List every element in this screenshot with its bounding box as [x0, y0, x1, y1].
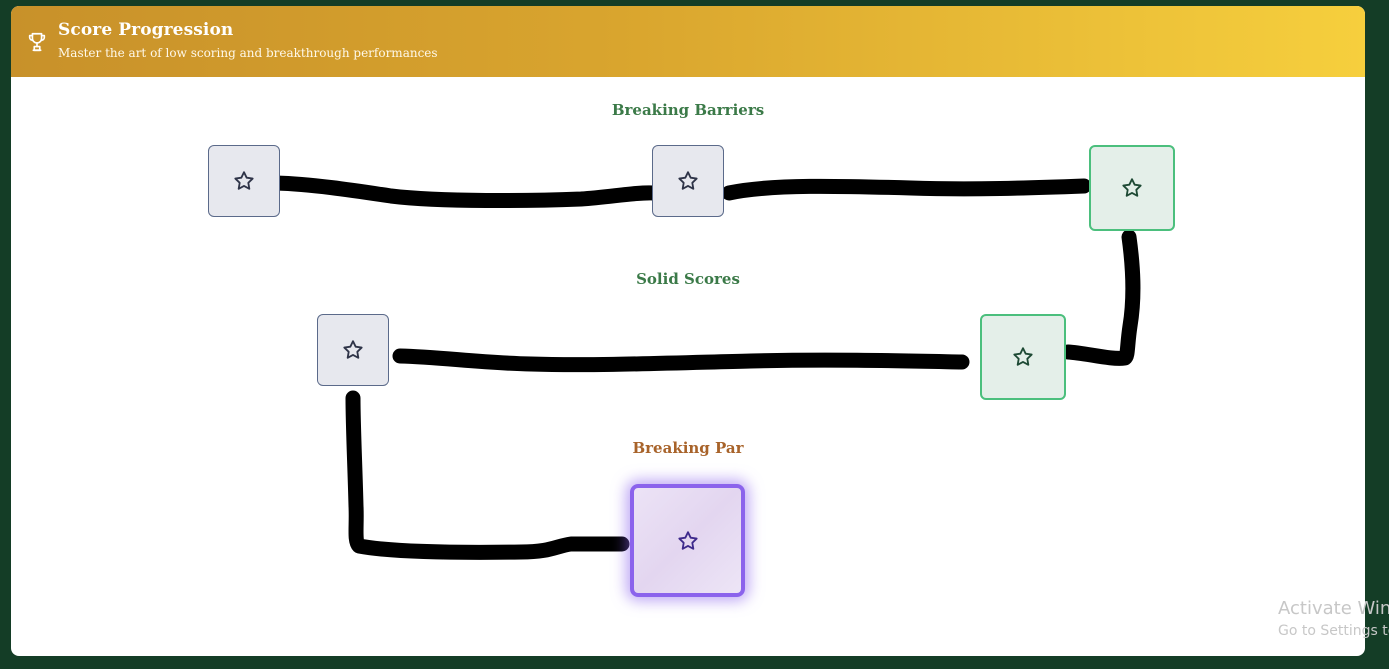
star-icon: [234, 171, 254, 190]
level-node-6-current[interactable]: [630, 484, 745, 597]
page-title: Score Progression: [58, 20, 234, 40]
star-icon: [1013, 347, 1033, 366]
path-segment-5: [345, 390, 630, 560]
section-label-solid-scores: Solid Scores: [636, 270, 740, 288]
level-node-2[interactable]: [652, 145, 724, 217]
level-node-1[interactable]: [208, 145, 280, 217]
level-node-3[interactable]: [1089, 145, 1175, 231]
activate-windows-hint: Go to Settings to: [1278, 623, 1389, 639]
path-segment-4: [392, 348, 970, 373]
header-banner: Score Progression Master the art of low …: [11, 6, 1365, 77]
activate-windows-watermark: Activate Win: [1278, 598, 1389, 619]
section-label-breaking-barriers: Breaking Barriers: [611, 101, 765, 119]
path-segment-2: [721, 178, 1092, 201]
level-node-4[interactable]: [980, 314, 1066, 400]
level-node-5[interactable]: [317, 314, 389, 386]
trophy-icon: [28, 32, 46, 52]
path-segment-3: [1060, 229, 1141, 366]
star-icon: [343, 340, 363, 359]
section-label-breaking-par: Breaking Par: [632, 439, 744, 457]
page-subtitle: Master the art of low scoring and breakt…: [58, 46, 438, 60]
star-icon: [677, 530, 698, 550]
star-icon: [678, 171, 698, 190]
score-progression-card: Score Progression Master the art of low …: [11, 6, 1365, 656]
star-icon: [1122, 178, 1142, 197]
path-segment-1: [268, 175, 662, 209]
